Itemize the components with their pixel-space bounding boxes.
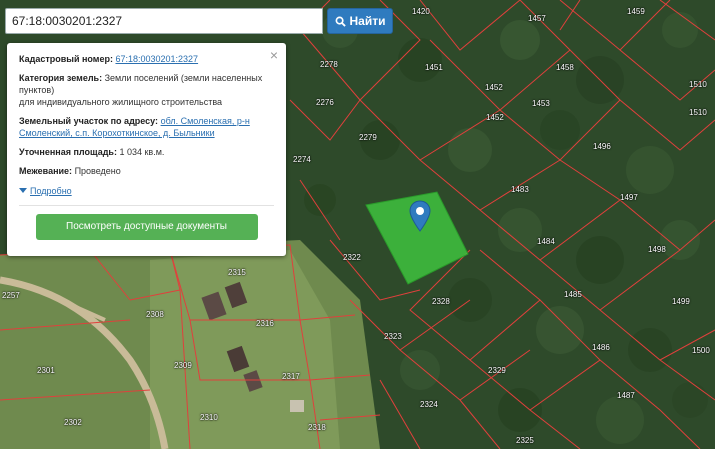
plot-label: 2310 bbox=[200, 413, 218, 422]
details-row: Подробно bbox=[19, 184, 274, 197]
plot-label: 2274 bbox=[293, 155, 311, 164]
category-label: Категория земель: bbox=[19, 73, 103, 83]
plot-label: 1486 bbox=[592, 343, 610, 352]
area-row: Уточненная площадь: 1 034 кв.м. bbox=[19, 146, 274, 158]
plot-label: 1420 bbox=[412, 7, 430, 16]
details-label: Подробно bbox=[30, 185, 72, 196]
plot-label: 1485 bbox=[564, 290, 582, 299]
divider bbox=[19, 204, 274, 206]
plot-label: 1483 bbox=[511, 185, 529, 194]
category-usage: для индивидуального жилищного строительс… bbox=[19, 97, 223, 107]
plot-label: 1499 bbox=[672, 297, 690, 306]
plot-label: 1500 bbox=[692, 346, 710, 355]
cadastral-number-link[interactable]: 67:18:0030201:2327 bbox=[115, 54, 198, 64]
plot-label: 1458 bbox=[556, 63, 574, 72]
cadastral-row: Кадастровый номер: 67:18:0030201:2327 bbox=[19, 53, 274, 65]
plot-label: 2316 bbox=[256, 319, 274, 328]
search-button-label: Найти bbox=[349, 14, 386, 28]
plot-label: 2308 bbox=[146, 310, 164, 319]
plot-label: 2325 bbox=[516, 436, 534, 445]
plot-label: 2279 bbox=[359, 133, 377, 142]
category-row: Категория земель: Земли поселений (земли… bbox=[19, 72, 274, 108]
survey-label: Межевание: bbox=[19, 166, 73, 176]
plot-label: 1487 bbox=[617, 391, 635, 400]
plot-label: 1451 bbox=[425, 63, 443, 72]
plot-label: 1498 bbox=[648, 245, 666, 254]
area-label: Уточненная площадь: bbox=[19, 147, 117, 157]
plot-label: 2301 bbox=[37, 366, 55, 375]
plot-label: 2315 bbox=[228, 268, 246, 277]
area-value: 1 034 кв.м. bbox=[119, 147, 165, 157]
plot-label: 1457 bbox=[528, 14, 546, 23]
plot-info-popup: × Кадастровый номер: 67:18:0030201:2327 … bbox=[7, 43, 286, 256]
plot-label: 2276 bbox=[316, 98, 334, 107]
search-icon bbox=[335, 16, 346, 27]
plot-label: 1510 bbox=[689, 80, 707, 89]
survey-row: Межевание: Проведено bbox=[19, 165, 274, 177]
details-link[interactable]: Подробно bbox=[19, 185, 72, 197]
plot-label: 2302 bbox=[64, 418, 82, 427]
close-icon[interactable]: × bbox=[270, 48, 278, 62]
plot-label: 2318 bbox=[308, 423, 326, 432]
plot-label: 2257 bbox=[2, 291, 20, 300]
plot-label: 1452 bbox=[485, 83, 503, 92]
plot-label: 2328 bbox=[432, 297, 450, 306]
search-input[interactable] bbox=[6, 9, 322, 33]
caret-down-icon bbox=[19, 188, 27, 193]
plot-label: 1510 bbox=[689, 108, 707, 117]
plot-label: 2309 bbox=[174, 361, 192, 370]
plot-label: 1459 bbox=[627, 7, 645, 16]
view-documents-button[interactable]: Посмотреть доступные документы bbox=[35, 213, 258, 240]
address-row: Земельный участок по адресу: обл. Смолен… bbox=[19, 115, 274, 139]
plot-label: 2324 bbox=[420, 400, 438, 409]
building bbox=[290, 400, 304, 412]
plot-label: 1497 bbox=[620, 193, 638, 202]
survey-value: Проведено bbox=[74, 166, 121, 176]
search-button[interactable]: Найти bbox=[327, 8, 393, 34]
cadastral-label: Кадастровый номер: bbox=[19, 54, 113, 64]
plot-label: 1484 bbox=[537, 237, 555, 246]
address-label: Земельный участок по адресу: bbox=[19, 116, 159, 126]
plot-label: 2322 bbox=[343, 253, 361, 262]
plot-label: 1452 bbox=[486, 113, 504, 122]
plot-label: 2329 bbox=[488, 366, 506, 375]
search-box[interactable] bbox=[5, 8, 323, 34]
plot-label: 1496 bbox=[593, 142, 611, 151]
plot-label: 2323 bbox=[384, 332, 402, 341]
plot-label: 1453 bbox=[532, 99, 550, 108]
plot-label: 2317 bbox=[282, 372, 300, 381]
plot-label: 2278 bbox=[320, 60, 338, 69]
